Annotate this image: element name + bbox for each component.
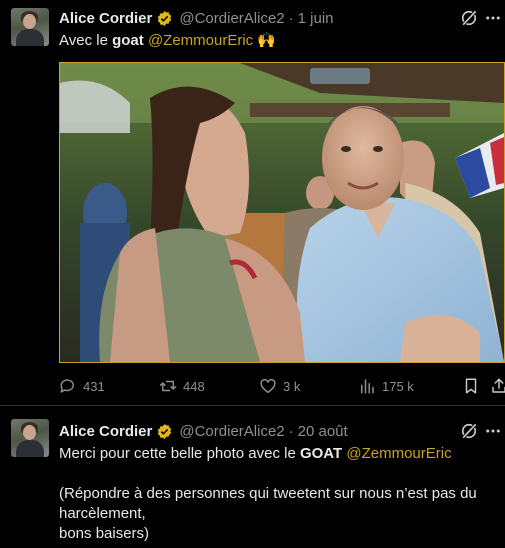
retweet-button[interactable]: 448 [159, 374, 205, 398]
tweet[interactable]: Alice Cordier @CordierAlice2 · 1 juin Av… [0, 0, 505, 406]
bookmark-button[interactable] [462, 374, 480, 398]
tweet-date[interactable]: 20 août [298, 423, 348, 440]
author-name[interactable]: Alice Cordier [59, 10, 152, 27]
tweet-text-line: bons baisers) [59, 525, 150, 542]
more-icon[interactable] [483, 7, 503, 29]
tweet-text-bold: GOAT [299, 445, 343, 462]
tweet-actions: 431 448 3 k 175 k [59, 374, 505, 398]
retweet-icon [159, 377, 177, 395]
like-icon [259, 377, 277, 395]
mention-link[interactable]: @ZemmourEric [148, 32, 253, 49]
avatar[interactable] [11, 419, 49, 457]
tweet-text-prefix: Avec le [59, 32, 113, 49]
bookmark-icon [462, 377, 480, 395]
like-button[interactable]: 3 k [259, 374, 300, 398]
separator-dot: · [288, 422, 294, 440]
tweet-header: Alice Cordier @CordierAlice2 · 1 juin [59, 7, 334, 29]
tweet-text-bold: goat [112, 32, 144, 49]
share-icon [490, 377, 505, 395]
tweet-text-prefix: Merci pour cette belle photo avec le [59, 445, 300, 462]
verified-badge-icon [156, 10, 173, 27]
tweet-date[interactable]: 1 juin [298, 10, 334, 27]
reply-count: 431 [83, 378, 105, 394]
grok-icon[interactable] [458, 420, 480, 442]
tweet-photo[interactable] [59, 62, 505, 363]
more-icon[interactable] [483, 420, 503, 442]
share-button[interactable] [490, 374, 505, 398]
tweet-text-line: (Répondre à des personnes qui tweetent s… [59, 485, 477, 502]
tweet-text-line: harcèlement, [59, 505, 146, 522]
tweet-text: Avec le goat @ZemmourEric 🙌 [59, 31, 499, 51]
avatar[interactable] [11, 8, 49, 46]
reply-icon [59, 377, 77, 395]
verified-badge-icon [156, 423, 173, 440]
views-count: 175 k [382, 378, 414, 394]
mention-link[interactable]: @ZemmourEric [346, 445, 451, 462]
tweet[interactable]: Alice Cordier @CordierAlice2 · 20 août M… [0, 406, 505, 548]
author-handle[interactable]: @CordierAlice2 [179, 10, 284, 27]
raised-hands-emoji: 🙌 [253, 32, 277, 49]
reply-button[interactable]: 431 [59, 374, 105, 398]
author-name[interactable]: Alice Cordier [59, 423, 152, 440]
like-count: 3 k [283, 378, 301, 394]
retweet-count: 448 [183, 378, 205, 394]
views-button[interactable]: 175 k [358, 374, 414, 398]
separator-dot: · [288, 9, 294, 27]
tweet-header: Alice Cordier @CordierAlice2 · 20 août [59, 420, 348, 442]
grok-icon[interactable] [458, 7, 480, 29]
tweet-text: Merci pour cette belle photo avec le GOA… [59, 444, 499, 544]
views-icon [358, 377, 376, 395]
tweet-text-line: Merci pour cette belle photo avec le GOA… [59, 444, 499, 464]
author-handle[interactable]: @CordierAlice2 [179, 423, 284, 440]
